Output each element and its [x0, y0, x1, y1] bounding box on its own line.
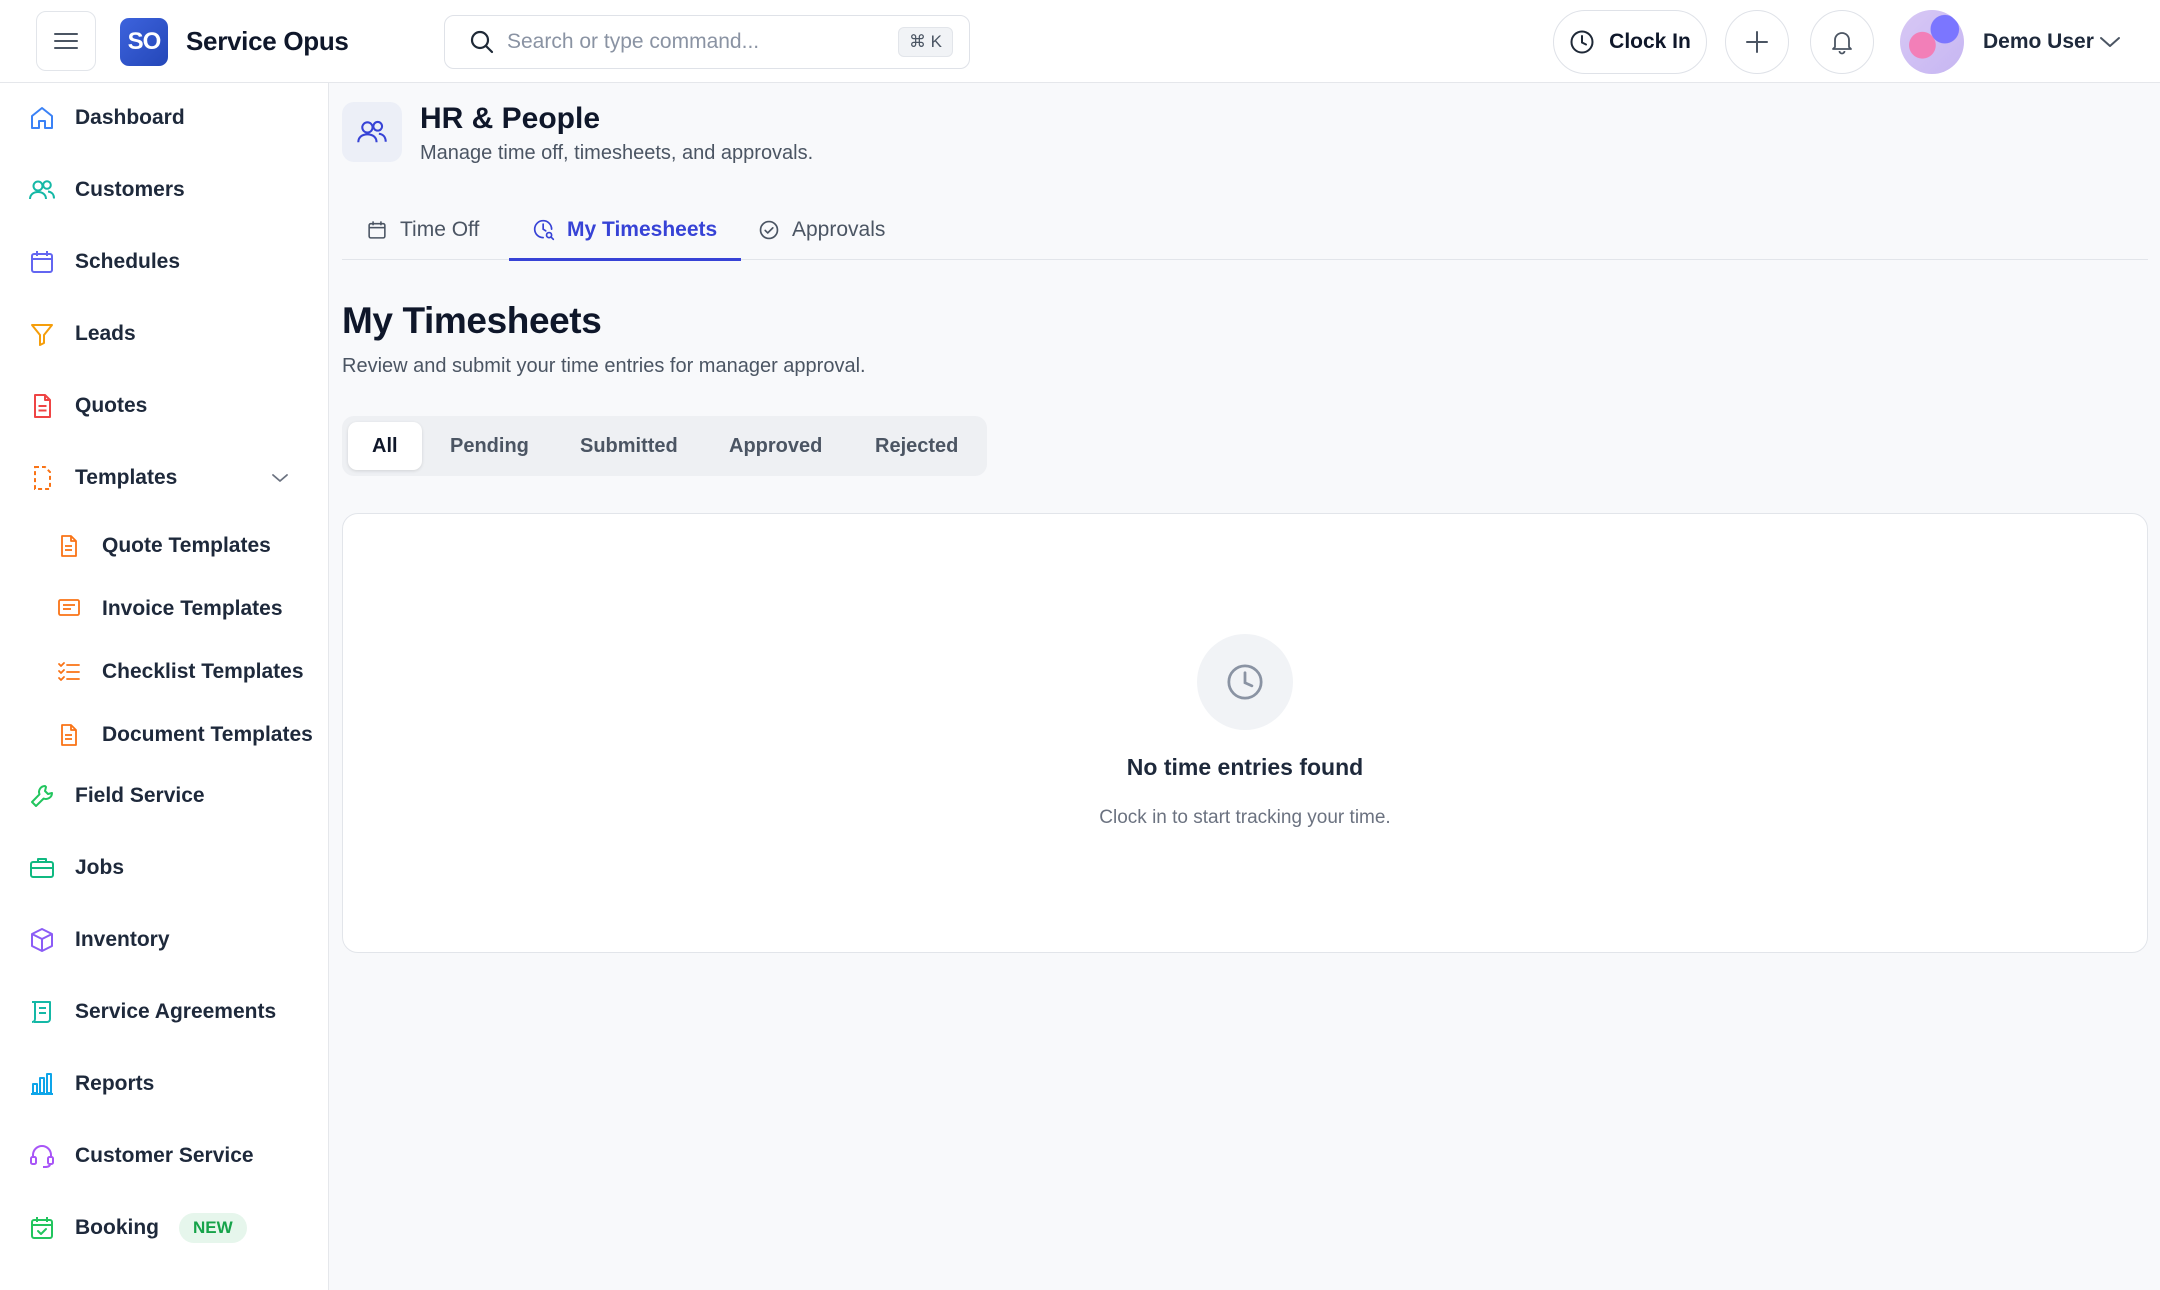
- tab-label: My Timesheets: [567, 218, 718, 241]
- document-icon: [28, 392, 56, 420]
- sidebar-item-label: Service Agreements: [75, 1000, 277, 1023]
- sidebar-item-label: Field Service: [75, 784, 205, 807]
- scroll-icon: [28, 998, 56, 1026]
- users-icon: [356, 116, 388, 148]
- chevron-down-icon[interactable]: [2098, 32, 2122, 52]
- sidebar-item-schedules[interactable]: Schedules: [28, 240, 318, 284]
- notifications-button[interactable]: [1810, 10, 1874, 74]
- sidebar-item-field-service[interactable]: Field Service: [28, 774, 318, 818]
- empty-state-subtitle: Clock in to start tracking your time.: [1099, 807, 1391, 828]
- clock-search-icon: [533, 219, 555, 241]
- clock-in-label: Clock In: [1609, 30, 1691, 53]
- empty-state-title: No time entries found: [1126, 754, 1364, 780]
- check-circle-icon: [758, 219, 780, 241]
- top-bar: SO Service Opus Search or type command..…: [0, 0, 2160, 83]
- sidebar-subitem-label: Checklist Templates: [102, 660, 304, 683]
- page-subtitle: Review and submit your time entries for …: [342, 355, 866, 377]
- sidebar-item-label: Dashboard: [75, 106, 185, 129]
- section-subtitle: Manage time off, timesheets, and approva…: [420, 142, 814, 164]
- sidebar-item-quotes[interactable]: Quotes: [28, 384, 318, 428]
- menu-toggle-button[interactable]: [36, 11, 96, 71]
- user-name[interactable]: Demo User: [1983, 30, 2094, 54]
- shortcut-hint: ⌘ K: [897, 27, 953, 57]
- sidebar-item-customers[interactable]: Customers: [28, 168, 318, 212]
- sidebar-item-label: Customer Service: [75, 1144, 254, 1167]
- sidebar-item-booking[interactable]: Booking NEW: [28, 1206, 318, 1250]
- hamburger-icon: [53, 31, 79, 51]
- box-icon: [28, 926, 56, 954]
- tab-label: Approvals: [792, 218, 886, 241]
- sidebar-item-customer-service[interactable]: Customer Service: [28, 1134, 318, 1178]
- avatar[interactable]: [1900, 10, 1964, 74]
- home-icon: [28, 104, 56, 132]
- headset-icon: [28, 1142, 56, 1170]
- funnel-icon: [28, 320, 56, 348]
- sidebar-item-label: Leads: [75, 322, 136, 345]
- filter-rejected[interactable]: Rejected: [851, 422, 982, 470]
- clock-icon: [1197, 634, 1293, 730]
- create-button[interactable]: [1725, 10, 1789, 74]
- sidebar-item-leads[interactable]: Leads: [28, 312, 318, 356]
- filter-all[interactable]: All: [348, 422, 422, 470]
- clock-in-button[interactable]: Clock In: [1553, 10, 1707, 74]
- status-filter-group: All Pending Submitted Approved Rejected: [342, 416, 987, 476]
- filter-submitted[interactable]: Submitted: [556, 422, 702, 470]
- clock-icon: [1569, 29, 1595, 55]
- page-title: My Timesheets: [342, 300, 602, 341]
- template-icon: [28, 464, 56, 492]
- tab-time-off[interactable]: Time Off: [366, 200, 479, 260]
- sidebar-item-label: Templates: [75, 466, 178, 489]
- sidebar-item-inventory[interactable]: Inventory: [28, 918, 318, 962]
- search-input[interactable]: Search or type command...: [507, 30, 898, 54]
- sidebar-item-label: Booking: [75, 1216, 159, 1239]
- sidebar-subitem-quote-templates[interactable]: Quote Templates: [56, 526, 326, 566]
- calendar-icon: [366, 219, 388, 241]
- sidebar-item-label: Reports: [75, 1072, 155, 1095]
- timesheet-empty-state: No time entries found Clock in to start …: [342, 513, 2148, 953]
- chevron-down-icon[interactable]: [270, 470, 290, 486]
- filter-pending[interactable]: Pending: [426, 422, 553, 470]
- sidebar-item-jobs[interactable]: Jobs: [28, 846, 318, 890]
- sidebar-item-label: Customers: [75, 178, 185, 201]
- calendar-check-icon: [28, 1214, 56, 1242]
- briefcase-icon: [28, 854, 56, 882]
- hr-section-icon: [342, 102, 402, 162]
- sidebar-item-service-agreements[interactable]: Service Agreements: [28, 990, 318, 1034]
- bar-chart-icon: [28, 1070, 56, 1098]
- command-search[interactable]: Search or type command... ⌘ K: [444, 15, 970, 69]
- sidebar-item-label: Inventory: [75, 928, 170, 951]
- plus-icon: [1744, 29, 1770, 55]
- tab-label: Time Off: [400, 218, 480, 241]
- tab-bar: Time Off My Timesheets Approvals: [342, 200, 2148, 261]
- sidebar-subitem-label: Invoice Templates: [102, 597, 283, 620]
- section-title: HR & People: [420, 102, 601, 135]
- calendar-icon: [28, 248, 56, 276]
- app-name[interactable]: Service Opus: [186, 26, 349, 57]
- file-text-icon: [56, 722, 82, 748]
- new-badge: NEW: [179, 1213, 247, 1243]
- users-icon: [28, 176, 56, 204]
- sidebar-subitem-document-templates[interactable]: Document Templates: [56, 715, 326, 755]
- sidebar-item-reports[interactable]: Reports: [28, 1062, 318, 1106]
- search-icon: [469, 29, 495, 55]
- bell-icon: [1829, 29, 1855, 55]
- sidebar-subitem-label: Quote Templates: [102, 534, 271, 557]
- sidebar: Dashboard Customers Schedules Leads Quot…: [0, 83, 329, 1290]
- sidebar-subitem-label: Document Templates: [102, 723, 313, 746]
- sidebar-subitem-checklist-templates[interactable]: Checklist Templates: [56, 652, 326, 692]
- file-icon: [56, 533, 82, 559]
- sidebar-item-templates[interactable]: Templates: [28, 456, 318, 500]
- tab-approvals[interactable]: Approvals: [758, 200, 885, 260]
- tab-my-timesheets[interactable]: My Timesheets: [509, 200, 742, 261]
- receipt-icon: [56, 596, 82, 622]
- wrench-icon: [28, 782, 56, 810]
- sidebar-item-dashboard[interactable]: Dashboard: [28, 96, 318, 140]
- sidebar-item-label: Schedules: [75, 250, 181, 273]
- sidebar-item-label: Quotes: [75, 394, 148, 417]
- sidebar-subitem-invoice-templates[interactable]: Invoice Templates: [56, 589, 326, 629]
- checklist-icon: [56, 659, 82, 685]
- filter-approved[interactable]: Approved: [705, 422, 846, 470]
- app-logo[interactable]: SO: [120, 18, 168, 66]
- sidebar-item-label: Jobs: [75, 856, 125, 879]
